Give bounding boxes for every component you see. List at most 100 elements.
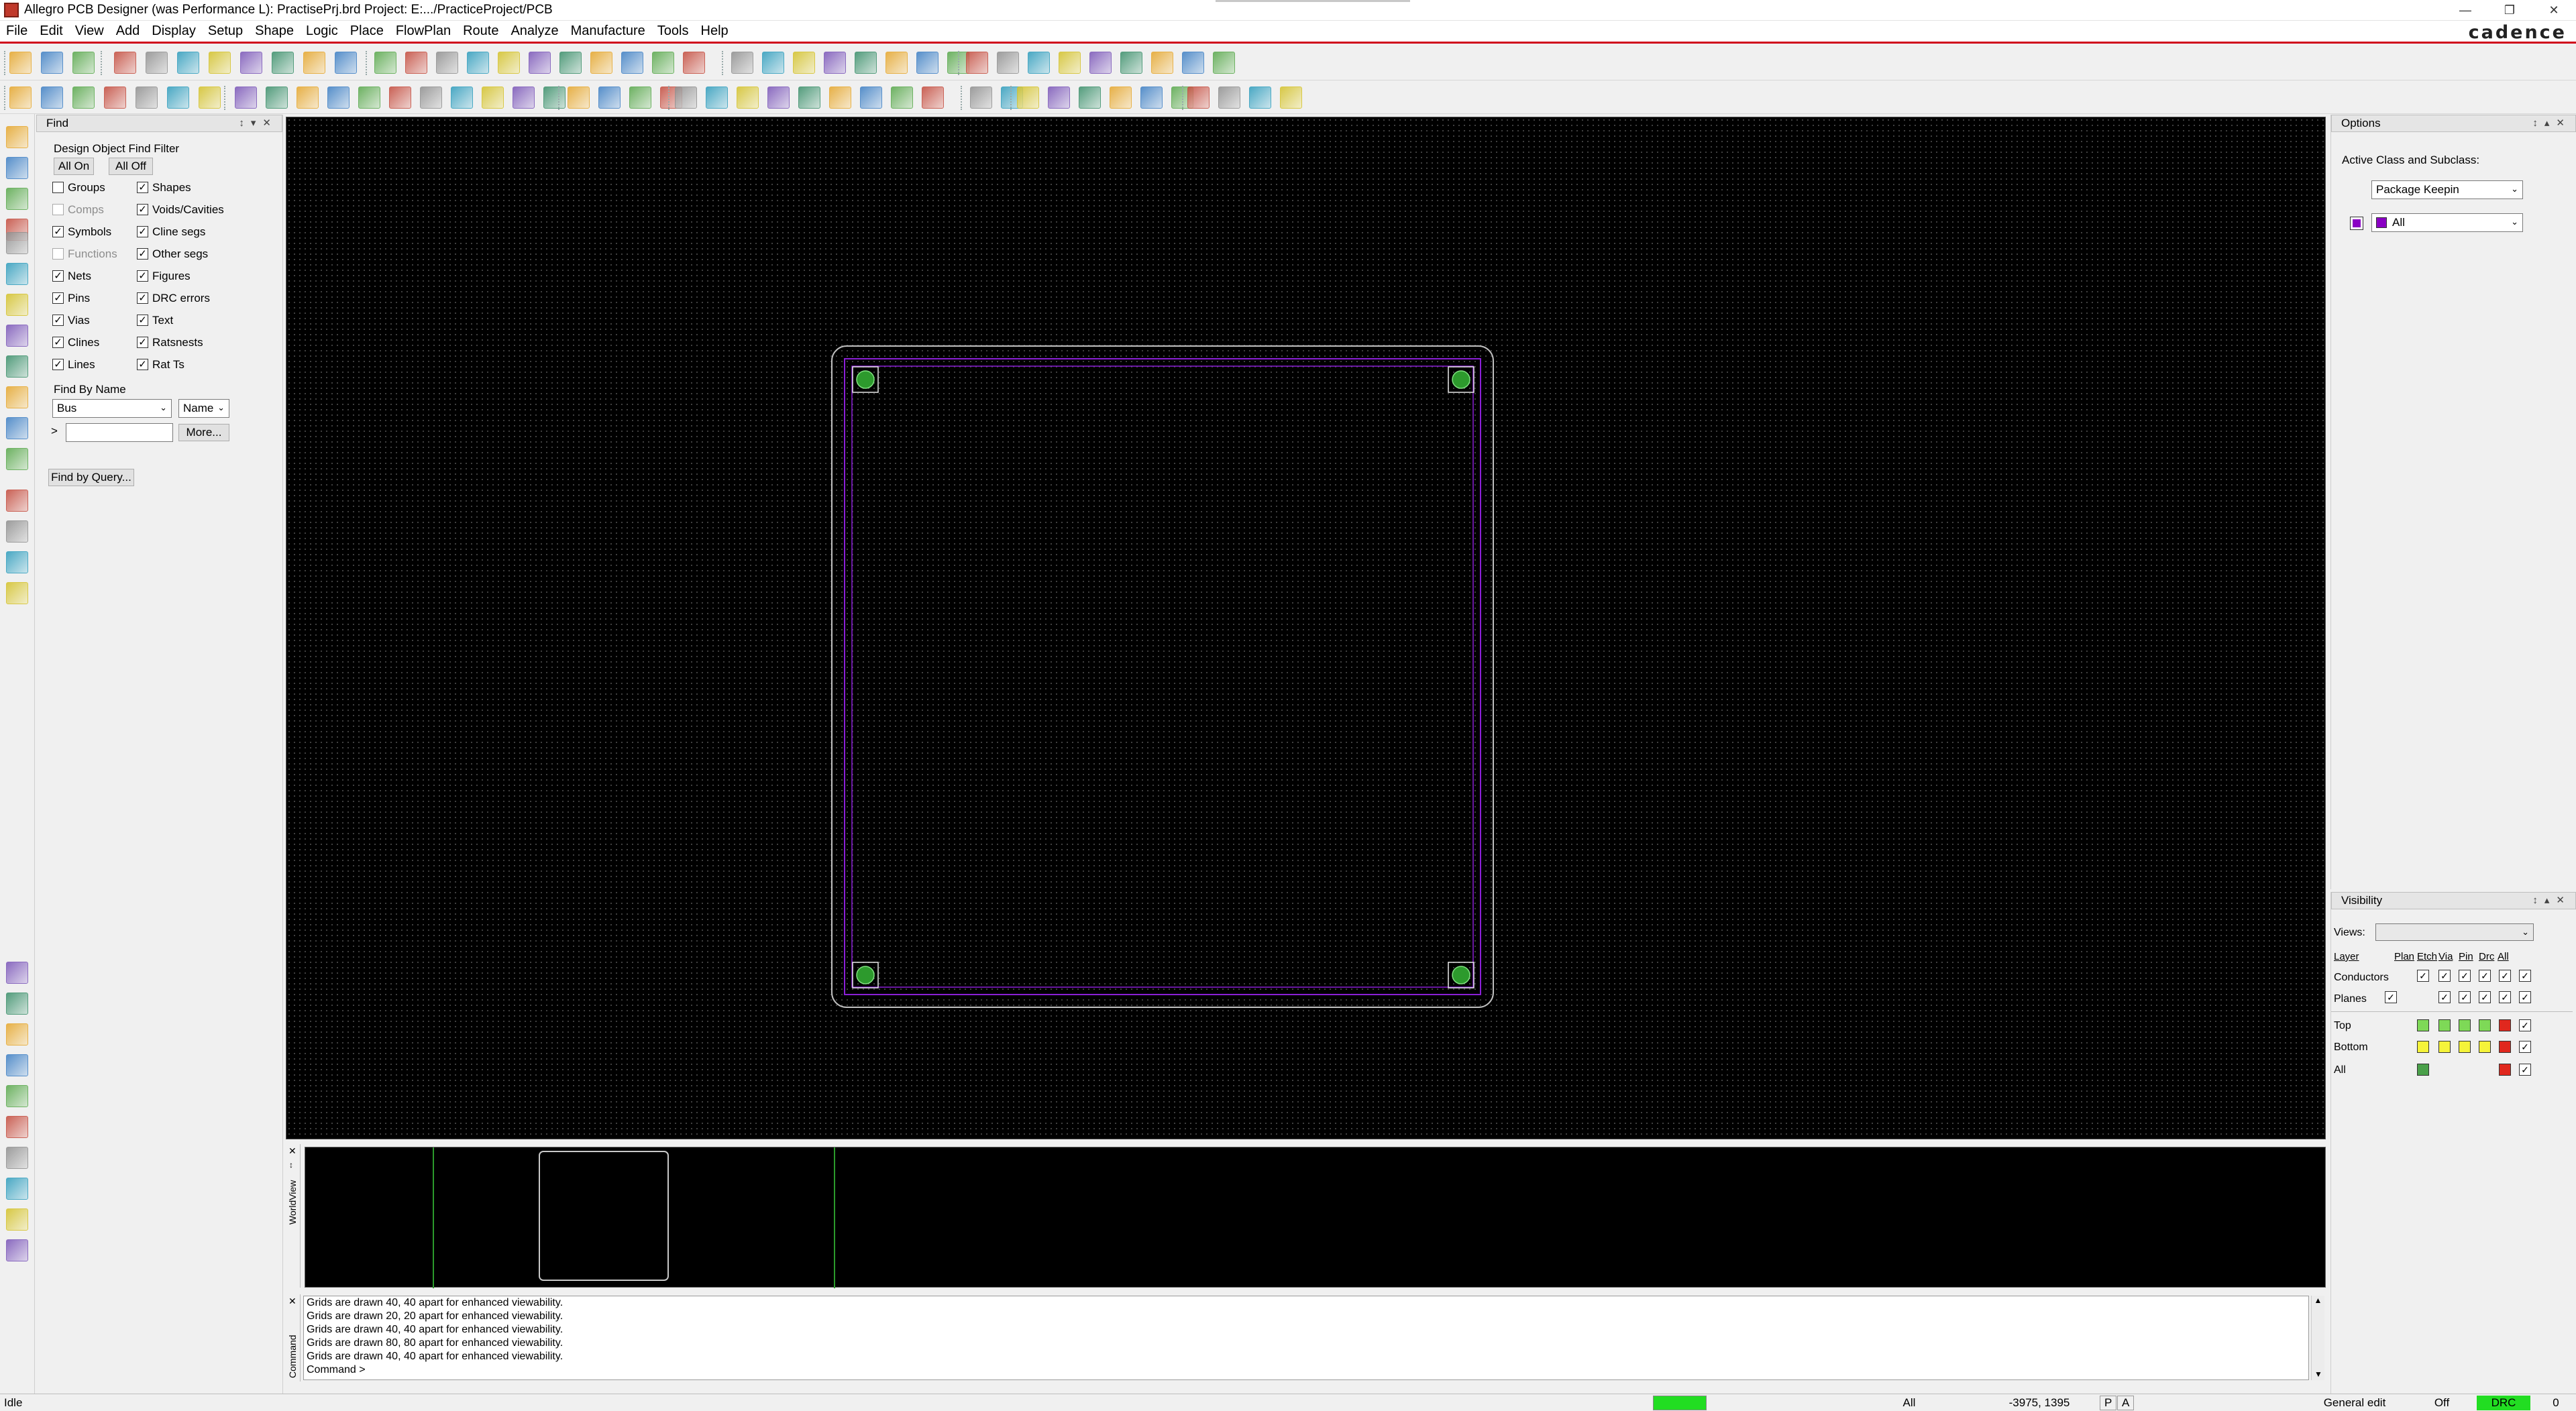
tool-icon[interactable] xyxy=(177,52,199,74)
subclass-color-swatch[interactable] xyxy=(2350,217,2363,230)
visibility-checkbox[interactable]: ✓ xyxy=(2519,991,2531,1003)
tool-icon[interactable] xyxy=(885,52,908,74)
find-filter-text[interactable]: ✓ Text xyxy=(137,309,237,331)
drc-color-swatch[interactable] xyxy=(2499,1019,2511,1031)
tool-icon[interactable] xyxy=(529,52,551,74)
tool-icon[interactable] xyxy=(829,87,851,109)
status-a-toggle[interactable]: A xyxy=(2117,1396,2135,1410)
find-name-select[interactable]: Name ⌄ xyxy=(178,399,229,418)
checkbox[interactable] xyxy=(52,204,64,215)
tool-icon[interactable] xyxy=(966,52,988,74)
status-p-toggle[interactable]: P xyxy=(2100,1396,2117,1410)
layer-color-swatch[interactable] xyxy=(2417,1064,2429,1076)
tool-icon[interactable] xyxy=(1280,87,1302,109)
tool-icon[interactable] xyxy=(1110,87,1132,109)
tool-icon[interactable] xyxy=(6,490,28,512)
checkbox[interactable]: ✓ xyxy=(52,292,64,304)
close-icon[interactable]: ✕ xyxy=(288,1296,297,1307)
tool-icon[interactable] xyxy=(467,52,489,74)
tool-icon[interactable] xyxy=(824,52,846,74)
tool-icon[interactable] xyxy=(482,87,504,109)
menu-flowplan[interactable]: FlowPlan xyxy=(390,23,457,39)
mounting-hole-pad[interactable] xyxy=(856,370,875,389)
tool-icon[interactable] xyxy=(72,87,95,109)
tool-icon[interactable] xyxy=(6,417,28,439)
find-filter-nets[interactable]: ✓ Nets xyxy=(52,265,133,287)
tool-icon[interactable] xyxy=(104,87,126,109)
tool-icon[interactable] xyxy=(9,52,32,74)
tool-icon[interactable] xyxy=(1079,87,1101,109)
tool-icon[interactable] xyxy=(737,87,759,109)
checkbox[interactable]: ✓ xyxy=(137,182,148,193)
layer-color-swatch[interactable] xyxy=(2459,1019,2471,1031)
visibility-checkbox[interactable]: ✓ xyxy=(2519,1064,2531,1076)
tool-icon[interactable] xyxy=(6,294,28,316)
tool-icon[interactable] xyxy=(146,52,168,74)
checkbox[interactable]: ✓ xyxy=(52,337,64,348)
toolbar-grip[interactable] xyxy=(366,51,368,75)
tool-icon[interactable] xyxy=(6,1178,28,1200)
visibility-checkbox[interactable]: ✓ xyxy=(2459,991,2471,1003)
menu-help[interactable]: Help xyxy=(695,23,735,39)
tool-icon[interactable] xyxy=(41,87,63,109)
tool-icon[interactable] xyxy=(6,582,28,604)
tool-icon[interactable] xyxy=(6,448,28,470)
visibility-checkbox[interactable]: ✓ xyxy=(2499,970,2511,982)
checkbox[interactable] xyxy=(52,248,64,260)
tool-icon[interactable] xyxy=(6,1116,28,1138)
command-prompt[interactable]: Command > xyxy=(307,1363,2308,1377)
class-select[interactable]: Package Keepin ⌄ xyxy=(2371,180,2523,199)
tool-icon[interactable] xyxy=(1187,87,1210,109)
tool-icon[interactable] xyxy=(272,52,294,74)
all-off-button[interactable]: All Off xyxy=(109,158,153,175)
tool-icon[interactable] xyxy=(114,52,136,74)
tool-icon[interactable] xyxy=(675,87,697,109)
find-filter-cline-segs[interactable]: ✓ Cline segs xyxy=(137,221,237,243)
tool-icon[interactable] xyxy=(1028,52,1050,74)
toolbar-grip[interactable] xyxy=(558,86,561,110)
visibility-checkbox[interactable]: ✓ xyxy=(2417,970,2429,982)
tool-icon[interactable] xyxy=(235,87,257,109)
tool-icon[interactable] xyxy=(997,52,1019,74)
toolbar-grip[interactable] xyxy=(668,86,671,110)
tool-icon[interactable] xyxy=(513,87,535,109)
tool-icon[interactable] xyxy=(72,52,95,74)
panel-controls-icon[interactable]: ↕▴✕ xyxy=(2532,894,2571,906)
tool-icon[interactable] xyxy=(855,52,877,74)
checkbox[interactable]: ✓ xyxy=(137,337,148,348)
tool-icon[interactable] xyxy=(798,87,820,109)
tool-icon[interactable] xyxy=(6,1085,28,1107)
toolbar-grip[interactable] xyxy=(958,51,961,75)
menu-analyze[interactable]: Analyze xyxy=(504,23,564,39)
find-filter-rat-ts[interactable]: ✓ Rat Ts xyxy=(137,353,237,376)
tool-icon[interactable] xyxy=(420,87,442,109)
menu-place[interactable]: Place xyxy=(344,23,390,39)
menu-view[interactable]: View xyxy=(69,23,110,39)
checkbox[interactable]: ✓ xyxy=(137,315,148,326)
tool-icon[interactable] xyxy=(335,52,357,74)
tool-icon[interactable] xyxy=(1120,52,1142,74)
tool-icon[interactable] xyxy=(762,52,784,74)
views-select[interactable]: ⌄ xyxy=(2375,923,2534,941)
tool-icon[interactable] xyxy=(209,52,231,74)
close-icon[interactable]: ✕ xyxy=(288,1145,297,1157)
mounting-hole-pad[interactable] xyxy=(1452,370,1470,389)
checkbox[interactable]: ✓ xyxy=(137,292,148,304)
checkbox[interactable]: ✓ xyxy=(52,359,64,370)
toolbar-grip[interactable] xyxy=(4,86,7,110)
mounting-hole-pad[interactable] xyxy=(856,966,875,984)
tool-icon[interactable] xyxy=(6,325,28,347)
tool-icon[interactable] xyxy=(374,52,396,74)
find-filter-pins[interactable]: ✓ Pins xyxy=(52,287,133,309)
tool-icon[interactable] xyxy=(1182,52,1204,74)
menu-setup[interactable]: Setup xyxy=(202,23,249,39)
panel-controls-icon[interactable]: ↕▾✕ xyxy=(239,117,278,129)
toolbar-grip[interactable] xyxy=(722,51,724,75)
tool-icon[interactable] xyxy=(1059,52,1081,74)
find-filter-comps[interactable]: Comps xyxy=(52,199,133,221)
tool-icon[interactable] xyxy=(568,87,590,109)
tool-icon[interactable] xyxy=(891,87,913,109)
tool-icon[interactable] xyxy=(358,87,380,109)
toolbar-grip[interactable] xyxy=(224,86,227,110)
find-filter-vias[interactable]: ✓ Vias xyxy=(52,309,133,331)
